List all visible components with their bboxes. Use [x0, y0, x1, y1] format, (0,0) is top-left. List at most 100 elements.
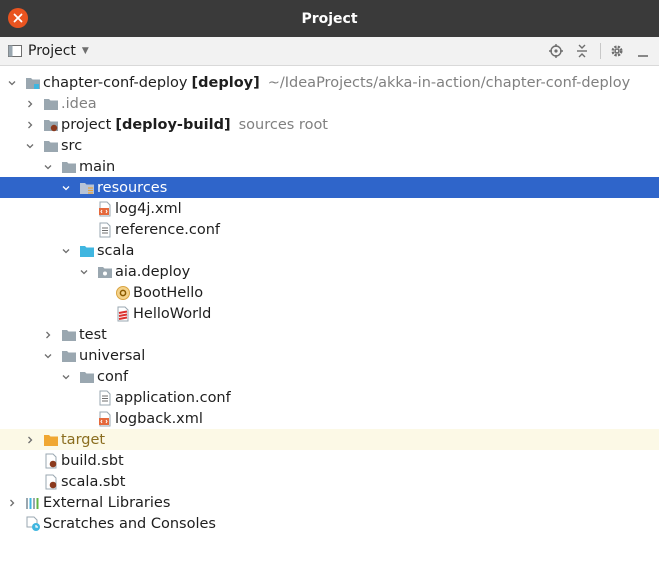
crosshair-icon — [549, 44, 563, 58]
folder-icon — [79, 369, 95, 385]
chevron-down-icon[interactable] — [61, 246, 71, 256]
tree-row-resources[interactable]: resources — [0, 177, 659, 198]
conf-label: conf — [97, 368, 129, 385]
locate-button[interactable] — [546, 41, 566, 61]
project-module: [deploy-build] — [115, 116, 231, 133]
window-title: Project — [301, 10, 358, 27]
idea-label: .idea — [61, 95, 97, 112]
module-folder-icon — [25, 75, 41, 91]
logback-label: logback.xml — [115, 410, 203, 427]
tree-row-scala-sbt[interactable]: scala.sbt — [0, 471, 659, 492]
scala-sbt-label: scala.sbt — [61, 473, 126, 490]
tree-row-hello-world[interactable]: HelloWorld — [0, 303, 659, 324]
text-file-icon — [97, 390, 113, 406]
excluded-folder-icon — [43, 432, 59, 448]
tree-row-src[interactable]: src — [0, 135, 659, 156]
scratches-label: Scratches and Consoles — [43, 515, 216, 532]
project-name: project — [61, 116, 112, 133]
package-icon — [97, 264, 113, 280]
tree-row-application-conf[interactable]: application.conf — [0, 387, 659, 408]
tree-row-log4j[interactable]: log4j.xml — [0, 198, 659, 219]
tree-row-logback[interactable]: logback.xml — [0, 408, 659, 429]
tree-row-aia-deploy[interactable]: aia.deploy — [0, 261, 659, 282]
scala-label: scala — [97, 242, 135, 259]
collapse-all-button[interactable] — [572, 41, 592, 61]
folder-icon — [43, 96, 59, 112]
src-label: src — [61, 137, 83, 154]
tree-row-external-libraries[interactable]: External Libraries — [0, 492, 659, 513]
chevron-down-icon: ▼ — [81, 46, 89, 56]
chevron-down-icon[interactable] — [25, 141, 35, 151]
root-path: ~/IdeaProjects/akka-in-action/chapter-co… — [267, 74, 631, 91]
folder-icon — [61, 348, 77, 364]
chevron-down-icon[interactable] — [7, 78, 17, 88]
reference-conf-label: reference.conf — [115, 221, 220, 238]
external-libraries-label: External Libraries — [43, 494, 171, 511]
chevron-down-icon[interactable] — [61, 183, 71, 193]
chevron-down-icon[interactable] — [61, 372, 71, 382]
tree-row-scala[interactable]: scala — [0, 240, 659, 261]
chevron-right-icon[interactable] — [43, 330, 53, 340]
hide-icon — [638, 55, 648, 57]
close-button[interactable] — [8, 8, 28, 28]
folder-icon — [61, 327, 77, 343]
sbt-file-icon — [43, 453, 59, 469]
project-view-icon — [8, 45, 22, 57]
root-module: [deploy] — [191, 74, 260, 91]
chevron-right-icon[interactable] — [25, 120, 35, 130]
xml-file-icon — [97, 201, 113, 217]
libraries-icon — [25, 495, 41, 511]
folder-icon — [61, 159, 77, 175]
test-label: test — [79, 326, 107, 343]
scala-file-icon — [115, 306, 131, 322]
view-selector[interactable]: Project ▼ — [8, 43, 89, 59]
tree-row-boot-hello[interactable]: BootHello — [0, 282, 659, 303]
hello-world-label: HelloWorld — [133, 305, 212, 322]
tree-row-target[interactable]: target — [0, 429, 659, 450]
close-icon — [13, 13, 23, 23]
tree-row-universal[interactable]: universal — [0, 345, 659, 366]
gear-icon — [611, 45, 623, 57]
tree-row-root[interactable]: chapter-conf-deploy [deploy] ~/IdeaProje… — [0, 72, 659, 93]
xml-file-icon — [97, 411, 113, 427]
settings-button[interactable] — [607, 41, 627, 61]
view-selector-label: Project — [28, 43, 76, 59]
chevron-right-icon[interactable] — [25, 435, 35, 445]
collapse-all-icon — [577, 44, 587, 58]
chevron-down-icon[interactable] — [79, 267, 89, 277]
universal-label: universal — [79, 347, 146, 364]
resources-label: resources — [97, 179, 168, 196]
log4j-label: log4j.xml — [115, 200, 182, 217]
main-label: main — [79, 158, 116, 175]
source-folder-icon — [79, 243, 95, 259]
scala-object-icon — [115, 285, 131, 301]
project-hint: sources root — [238, 116, 328, 133]
sbt-module-icon — [43, 117, 59, 133]
build-sbt-label: build.sbt — [61, 452, 124, 469]
project-toolbar: Project ▼ — [0, 37, 659, 66]
tree-row-test[interactable]: test — [0, 324, 659, 345]
tree-row-scratches[interactable]: Scratches and Consoles — [0, 513, 659, 534]
tree-row-conf[interactable]: conf — [0, 366, 659, 387]
toolbar-separator — [600, 43, 601, 59]
scratches-icon — [25, 516, 41, 532]
tree-row-build-sbt[interactable]: build.sbt — [0, 450, 659, 471]
chevron-right-icon[interactable] — [25, 99, 35, 109]
tree-row-idea[interactable]: .idea — [0, 93, 659, 114]
hide-button[interactable] — [633, 41, 653, 61]
text-file-icon — [97, 222, 113, 238]
aia-deploy-label: aia.deploy — [115, 263, 191, 280]
tree-row-reference-conf[interactable]: reference.conf — [0, 219, 659, 240]
application-conf-label: application.conf — [115, 389, 231, 406]
tree-row-project[interactable]: project [deploy-build] sources root — [0, 114, 659, 135]
chevron-down-icon[interactable] — [43, 351, 53, 361]
tree-row-main[interactable]: main — [0, 156, 659, 177]
boot-hello-label: BootHello — [133, 284, 204, 301]
folder-icon — [43, 138, 59, 154]
chevron-right-icon[interactable] — [7, 498, 17, 508]
title-bar: Project — [0, 0, 659, 37]
chevron-down-icon[interactable] — [43, 162, 53, 172]
root-name: chapter-conf-deploy — [43, 74, 188, 91]
target-label: target — [61, 431, 106, 448]
resources-folder-icon — [79, 180, 95, 196]
